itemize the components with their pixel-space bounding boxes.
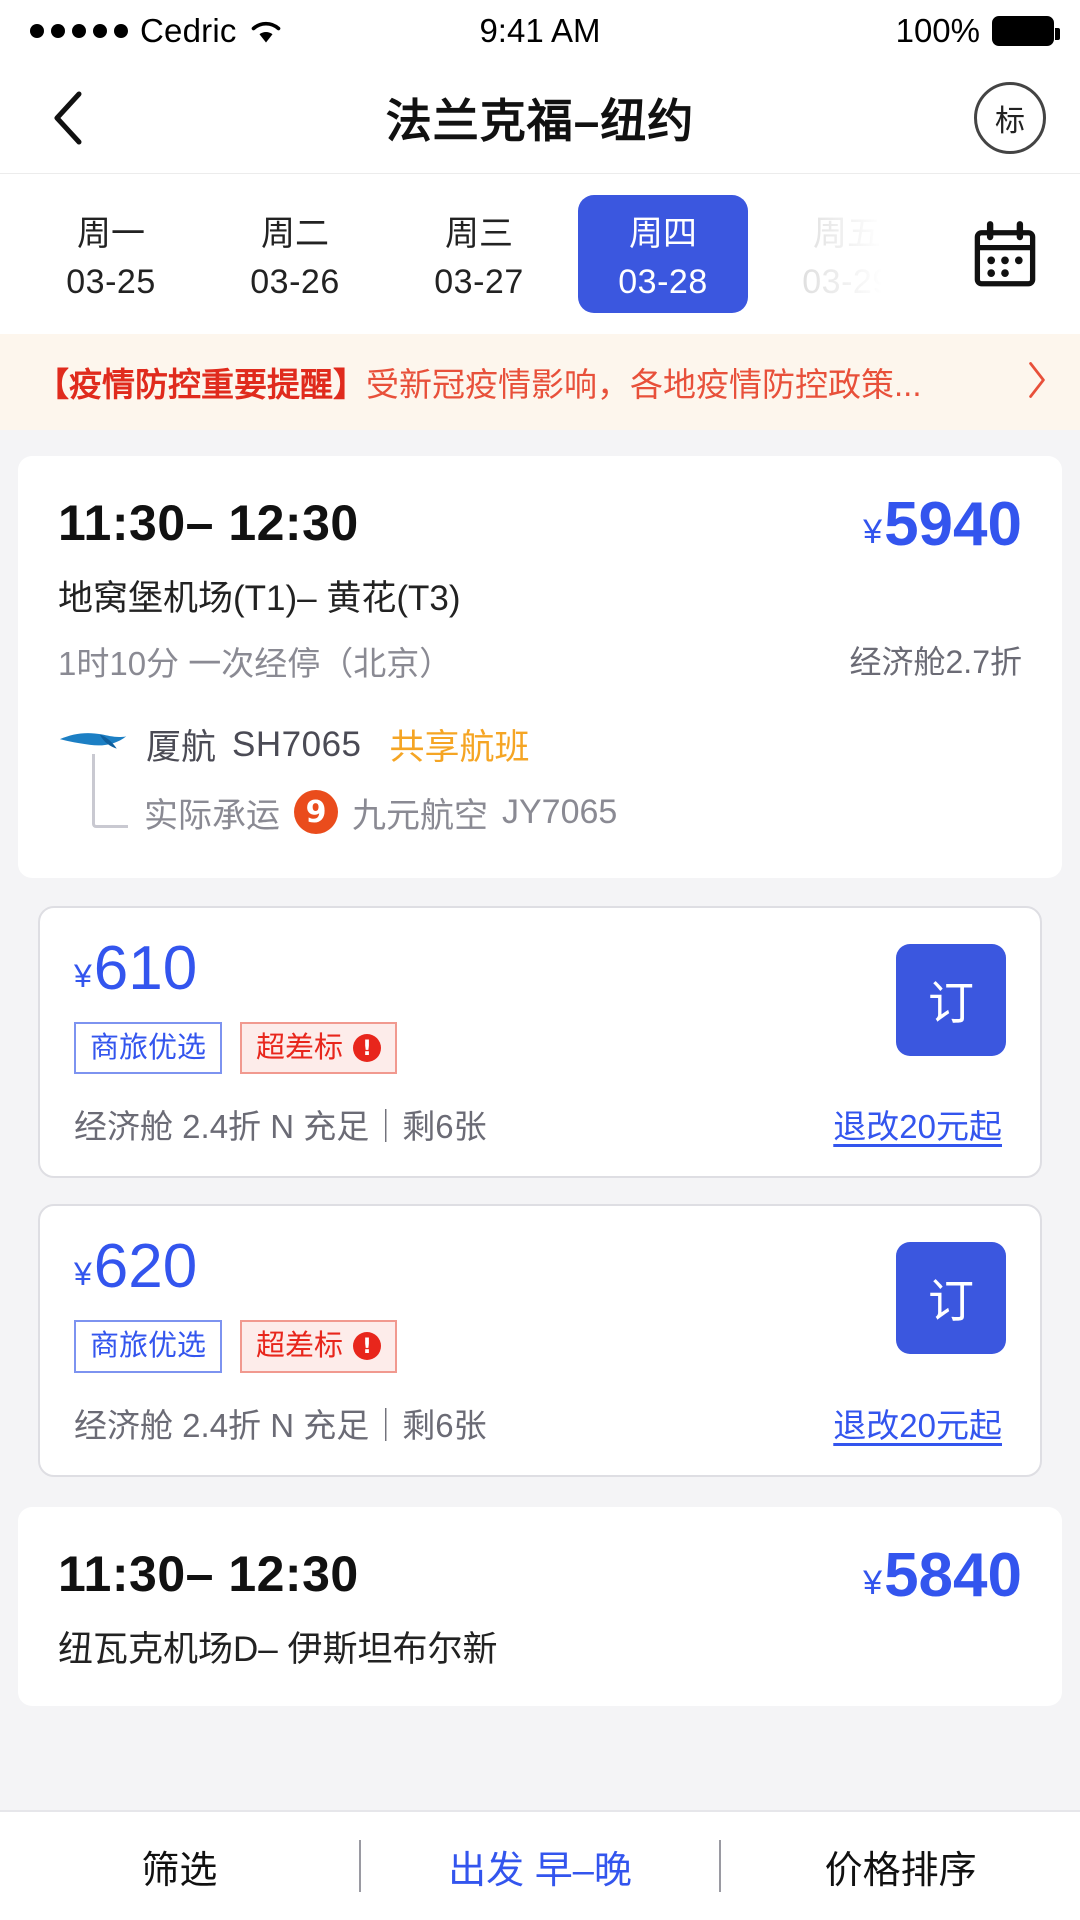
date-tab-dow: 周二 (261, 215, 329, 253)
flight-meta-row: 1时10分 一次经停（北京） 经济舱2.7折 (58, 637, 1022, 685)
flight-card[interactable]: 11:30– 12:30 ¥5840 纽瓦克机场D– 伊斯坦布尔新 (18, 1506, 1062, 1706)
refund-policy-link[interactable]: 退改20元起 (833, 1100, 1002, 1148)
date-tab-date: 03-26 (250, 263, 340, 301)
fare-option-card[interactable]: ¥620 商旅优选 超差标 ! 订 经济舱 2.4折 N 充足｜剩6张 退改20… (38, 1204, 1042, 1477)
fare-detail: 经济舱 2.4折 N 充足｜剩6张 (74, 1108, 487, 1146)
price-sort-button[interactable]: 价格排序 (721, 1839, 1080, 1894)
flight-results-list[interactable]: 11:30– 12:30 ¥5940 地窝堡机场(T1)– 黄花(T3) 1时1… (0, 430, 1080, 1920)
flight-cabin-discount: 经济舱2.7折 (849, 644, 1023, 680)
tag-over-standard: 超差标 ! (240, 1022, 398, 1075)
date-tab-dow: 周四 (629, 215, 697, 253)
tag-over-standard: 超差标 ! (240, 1320, 398, 1373)
tag-business-preferred: 商旅优选 (74, 1320, 223, 1373)
fare-price: ¥610 (74, 938, 896, 1000)
date-tabs-scroller[interactable]: 周一 03-25 周二 03-26 周三 03-27 周四 03-28 周五 0… (0, 174, 930, 334)
exclamation-icon: ! (353, 1034, 382, 1063)
bottom-toolbar: 筛选 出发 早–晚 价格排序 (0, 1810, 1080, 1920)
date-tab-date: 03-25 (66, 263, 156, 301)
status-bar-right: 100% (895, 12, 1060, 50)
fare-info: ¥620 商旅优选 超差标 ! (74, 1236, 896, 1373)
flight-route-row: 地窝堡机场(T1)– 黄花(T3) (58, 570, 1022, 621)
notice-text: 【疫情防控重要提醒】受新冠疫情影响，各地疫情防控政策... (36, 358, 1010, 406)
back-button[interactable] (34, 83, 104, 153)
flight-route-row: 纽瓦克机场D– 伊斯坦布尔新 (58, 1621, 1022, 1672)
refund-policy-link[interactable]: 退改20元起 (833, 1399, 1002, 1447)
flight-times: 11:30– 12:30 (58, 495, 359, 551)
airline-row: 厦航 SH7065 共享航班 (58, 719, 1022, 770)
price-amount: 5840 (884, 1540, 1022, 1610)
fare-option-card[interactable]: ¥610 商旅优选 超差标 ! 订 经济舱 2.4折 N 充足｜剩6张 退改20… (38, 906, 1042, 1179)
chevron-right-icon (1026, 359, 1048, 406)
airline-name: 厦航 (146, 728, 217, 767)
codeshare-label: 共享航班 (389, 728, 530, 767)
flight-price: ¥5940 (863, 494, 1022, 556)
fare-info: ¥610 商旅优选 超差标 ! (74, 938, 896, 1075)
flight-route: 地窝堡机场(T1)– 黄花(T3) (58, 579, 461, 618)
calendar-icon (974, 221, 1036, 287)
fare-bottom-row: 经济舱 2.4折 N 充足｜剩6张 退改20元起 (74, 1100, 1006, 1148)
battery-full-icon (992, 16, 1060, 46)
tag-over-standard-label: 超差标 (256, 1032, 344, 1064)
notice-body: 受新冠疫情影响，各地疫情防控政策... (366, 366, 922, 403)
operator-flight-number: JY7065 (502, 792, 618, 831)
flight-card-header: 11:30– 12:30 ¥5840 (58, 1540, 1022, 1610)
fare-tags: 商旅优选 超差标 ! (74, 1320, 896, 1373)
flight-card[interactable]: 11:30– 12:30 ¥5940 地窝堡机场(T1)– 黄花(T3) 1时1… (18, 456, 1062, 878)
currency-symbol: ¥ (74, 958, 92, 994)
date-tab-1[interactable]: 周二 03-26 (210, 195, 380, 313)
book-button[interactable]: 订 (896, 944, 1006, 1056)
page-title: 法兰克福–纽约 (385, 94, 695, 147)
tag-business-preferred: 商旅优选 (74, 1022, 223, 1075)
fare-top-row: ¥610 商旅优选 超差标 ! 订 (74, 938, 1006, 1075)
fare-top-row: ¥620 商旅优选 超差标 ! 订 (74, 1236, 1006, 1373)
currency-symbol: ¥ (863, 1563, 883, 1602)
exclamation-icon: ! (353, 1332, 382, 1361)
standard-badge-button[interactable]: 标 (974, 81, 1046, 154)
battery-percent: 100% (895, 12, 980, 49)
price-amount: 5940 (884, 490, 1022, 559)
fare-tags: 商旅优选 超差标 ! (74, 1022, 896, 1075)
nav-bar: 法兰克福–纽约 标 (0, 62, 1080, 174)
flight-route: 纽瓦克机场D– 伊斯坦布尔新 (58, 1629, 498, 1669)
flight-list-screen: Cedric 9:41 AM 100% 法兰克福–纽约 标 周一 03-25 周… (0, 0, 1080, 1920)
flight-duration: 1时10分 一次经停（北京） (58, 645, 453, 682)
fare-bottom-row: 经济舱 2.4折 N 充足｜剩6张 退改20元起 (74, 1399, 1006, 1447)
date-tab-date: 03-28 (618, 263, 708, 301)
date-tab-3-selected[interactable]: 周四 03-28 (578, 195, 748, 313)
date-tab-4[interactable]: 周五 03-29 (762, 195, 930, 313)
tag-over-standard-label: 超差标 (256, 1330, 344, 1363)
operator-name: 九元航空 (352, 796, 488, 835)
book-button[interactable]: 订 (896, 1242, 1006, 1355)
price-amount: 610 (93, 934, 198, 1003)
flight-card-header: 11:30– 12:30 ¥5940 (58, 494, 1022, 556)
date-tab-date: 03-27 (434, 263, 524, 301)
date-tab-0[interactable]: 周一 03-25 (26, 195, 196, 313)
jiuyuan-air-logo: 9 (294, 790, 338, 834)
branch-connector-icon (92, 754, 128, 828)
date-tab-dow: 周三 (445, 215, 513, 253)
flight-times: 11:30– 12:30 (58, 1545, 359, 1602)
currency-symbol: ¥ (863, 513, 883, 551)
date-tab-date: 03-29 (802, 263, 892, 301)
date-tab-dow: 周五 (813, 215, 881, 253)
flight-price: ¥5840 (863, 1540, 1022, 1610)
date-tab-2[interactable]: 周三 03-27 (394, 195, 564, 313)
fare-price: ¥620 (74, 1236, 896, 1298)
operated-by-label: 实际承运 (144, 796, 280, 835)
epidemic-notice-banner[interactable]: 【疫情防控重要提醒】受新冠疫情影响，各地疫情防控政策... (0, 334, 1080, 430)
price-amount: 620 (93, 1232, 198, 1302)
date-tab-dow: 周一 (77, 215, 145, 253)
depart-sort-button[interactable]: 出发 早–晚 (361, 1839, 720, 1894)
status-bar: Cedric 9:41 AM 100% (0, 0, 1080, 62)
flight-number: SH7065 (232, 724, 362, 764)
filter-button[interactable]: 筛选 (0, 1839, 359, 1894)
currency-symbol: ¥ (74, 1256, 92, 1293)
chevron-left-icon (54, 91, 82, 144)
notice-highlight: 【疫情防控重要提醒】 (36, 366, 366, 403)
fare-detail: 经济舱 2.4折 N 充足｜剩6张 (74, 1406, 487, 1444)
date-tabs: 周一 03-25 周二 03-26 周三 03-27 周四 03-28 周五 0… (0, 174, 1080, 334)
calendar-button[interactable] (930, 174, 1080, 334)
operated-by-row: 实际承运 9 九元航空 JY7065 (92, 754, 1022, 844)
